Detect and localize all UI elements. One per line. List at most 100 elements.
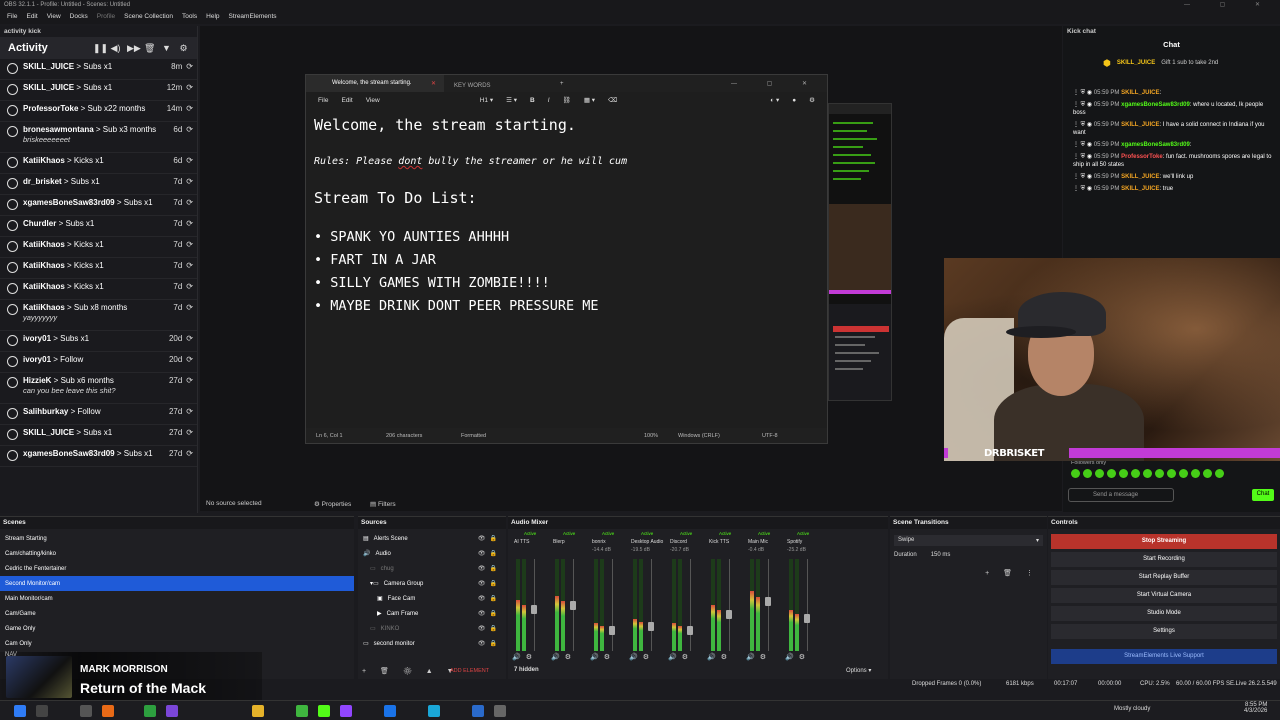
fader-knob[interactable] <box>765 597 771 607</box>
activity-row[interactable]: Salihburkay > Follow 27d ⟳ <box>0 404 197 425</box>
chat-message[interactable]: ⋮ ⛨ ◉ 05:59 PM SKILL_JUICE: I have a sol… <box>1063 119 1280 139</box>
menu-view[interactable]: View <box>366 97 380 104</box>
visibility-lock-icons[interactable]: 👁🔒 <box>478 640 501 647</box>
channel-buttons[interactable]: 🔊⚙ <box>629 653 654 661</box>
activity-row[interactable]: ivory01 > Subs x1 20d ⟳ <box>0 331 197 352</box>
fader-knob[interactable] <box>648 622 654 632</box>
line-ending[interactable]: Windows (CRLF) <box>678 433 720 439</box>
visibility-lock-icons[interactable]: 👁🔒 <box>478 535 501 542</box>
scene-item[interactable]: Stream Starting <box>0 531 354 546</box>
notepad-content[interactable]: Welcome, the stream starting. Rules: Ple… <box>306 108 827 327</box>
app-icon[interactable] <box>318 705 330 717</box>
replay-icon[interactable]: ⟳ <box>186 449 193 458</box>
source-item[interactable]: ▤ Alerts Scene 👁🔒 <box>358 531 506 546</box>
replay-icon[interactable]: ⟳ <box>186 334 193 343</box>
visibility-lock-icons[interactable]: 👁🔒 <box>478 610 501 617</box>
source-item[interactable]: 🔊 Audio 👁🔒 <box>358 546 506 561</box>
control-button-start-virtual-camera[interactable]: Start Virtual Camera <box>1051 588 1277 603</box>
window-controls[interactable]: — ▢ ✕ <box>1184 1 1274 8</box>
app-icon[interactable] <box>472 705 484 717</box>
app-icon[interactable] <box>80 705 92 717</box>
visibility-lock-icons[interactable]: 👁🔒 <box>478 580 501 587</box>
replay-icon[interactable]: ⟳ <box>186 261 193 270</box>
scene-item[interactable]: Cam/Game <box>0 606 354 621</box>
control-button-stop-streaming[interactable]: Stop Streaming <box>1051 534 1277 549</box>
mod-icons[interactable]: ⋮ ⛨ ◉ <box>1073 122 1094 128</box>
control-button-studio-mode[interactable]: Studio Mode <box>1051 606 1277 621</box>
transition-select[interactable]: Swipe ▾ <box>894 535 1043 546</box>
mod-icons[interactable]: ⋮ ⛨ ◉ <box>1073 142 1094 148</box>
replay-icon[interactable]: ⟳ <box>186 376 193 385</box>
activity-row[interactable]: KatiiKhaos > Kicks x1 7d ⟳ <box>0 237 197 258</box>
mute-icon[interactable]: ◀) <box>110 43 121 54</box>
replay-icon[interactable]: ⟳ <box>186 355 193 364</box>
activity-row[interactable]: SKILL_JUICE > Subs x1 12m ⟳ <box>0 80 197 101</box>
properties-button[interactable]: ⚙ Properties <box>314 500 351 508</box>
app-icon[interactable] <box>384 705 396 717</box>
window-controls[interactable]: — ▢ ✕ <box>731 80 821 87</box>
link-icon[interactable]: ⛓ <box>563 96 571 104</box>
activity-row[interactable]: ProfessorToke > Sub x22 months 14m ⟳ <box>0 101 197 122</box>
replay-icon[interactable]: ⟳ <box>186 83 193 92</box>
channel-buttons[interactable]: 🔊⚙ <box>512 653 537 661</box>
bold-icon[interactable]: B <box>530 97 535 104</box>
chat-message[interactable]: ⋮ ⛨ ◉ 05:59 PM xgamesBoneSaw83rd09: wher… <box>1063 99 1280 119</box>
channel-buttons[interactable]: 🔊⚙ <box>551 653 576 661</box>
scene-item[interactable]: Cam/chatting/kinko <box>0 546 354 561</box>
activity-row[interactable]: SKILL_JUICE > Subs x1 27d ⟳ <box>0 425 197 446</box>
chat-username[interactable]: xgamesBoneSaw83rd09 <box>1121 102 1190 108</box>
channel-buttons[interactable]: 🔊⚙ <box>707 653 732 661</box>
format-mode[interactable]: Formatted <box>461 433 486 439</box>
zoom-level[interactable]: 100% <box>644 433 658 439</box>
replay-icon[interactable]: ⟳ <box>186 125 193 134</box>
volume-fader[interactable] <box>612 559 613 651</box>
trash-icon[interactable]: 🗑 <box>144 43 155 54</box>
menu-item-view[interactable]: View <box>47 13 61 23</box>
app-icon[interactable] <box>102 705 114 717</box>
menu-item-streamelements[interactable]: StreamElements <box>229 13 277 23</box>
source-item[interactable]: ▭ KINKO 👁🔒 <box>358 621 506 636</box>
source-item[interactable]: ▭ chug 👁🔒 <box>358 561 506 576</box>
table-icon[interactable]: ▦ ▾ <box>584 96 595 104</box>
mod-icons[interactable]: ⋮ ⛨ ◉ <box>1073 186 1094 192</box>
replay-icon[interactable]: ⟳ <box>186 428 193 437</box>
fader-knob[interactable] <box>804 613 810 623</box>
replay-icon[interactable]: ⟳ <box>186 219 193 228</box>
mixer-options[interactable]: Options ▾ <box>846 667 871 674</box>
chat-message[interactable]: ⋮ ⛨ ◉ 05:59 PM SKILL_JUICE: we'll link u… <box>1063 171 1280 183</box>
activity-row[interactable]: KatiiKhaos > Sub x8 months yayyyyyyy 7d ⟳ <box>0 300 197 331</box>
close-icon[interactable]: ✕ <box>431 80 436 87</box>
copilot-icon[interactable]: ◐ ▾ <box>770 96 779 104</box>
menu-edit[interactable]: Edit <box>341 97 352 104</box>
activity-row[interactable]: HizzieK > Sub x6 months can you bee leave… <box>0 373 197 404</box>
chat-message[interactable]: ⋮ ⛨ ◉ 05:59 PM SKILL_JUICE: true <box>1063 183 1280 195</box>
chat-message[interactable]: ⋮ ⛨ ◉ 05:59 PM ProfessorToke: fun fact. … <box>1063 151 1280 171</box>
transition-actions[interactable]: + 🗑 ⋮ <box>985 569 1039 577</box>
app-icon[interactable] <box>166 705 178 717</box>
visibility-lock-icons[interactable]: 👁🔒 <box>478 595 501 602</box>
app-icon[interactable] <box>340 705 352 717</box>
duration-field[interactable]: 150 ms <box>931 552 951 558</box>
add-tab-icon[interactable]: + <box>560 81 564 87</box>
source-item[interactable]: ▾▭ Camera Group 👁🔒 <box>358 576 506 591</box>
clear-format-icon[interactable]: ⌫ <box>608 96 617 104</box>
activity-row[interactable]: KatiiKhaos > Kicks x1 6d ⟳ <box>0 153 197 174</box>
send-chat-button[interactable]: Chat <box>1252 489 1274 501</box>
activity-row[interactable]: xgamesBoneSaw83rd09 > Subs x1 27d ⟳ <box>0 446 197 467</box>
chat-username[interactable]: xgamesBoneSaw83rd09 <box>1121 142 1190 148</box>
visibility-lock-icons[interactable]: 👁🔒 <box>478 550 501 557</box>
control-button-settings[interactable]: Settings <box>1051 624 1277 639</box>
menu-item-file[interactable]: File <box>7 13 17 23</box>
channel-buttons[interactable]: 🔊⚙ <box>668 653 693 661</box>
pause-icon[interactable]: ❚❚ <box>93 43 108 54</box>
hidden-count[interactable]: 7 hidden <box>514 667 539 673</box>
app-icon[interactable] <box>494 705 506 717</box>
menu-item-edit[interactable]: Edit <box>26 13 37 23</box>
visibility-lock-icons[interactable]: 👁🔒 <box>478 565 501 572</box>
italic-icon[interactable]: I <box>548 97 550 104</box>
menu-item-scene-collection[interactable]: Scene Collection <box>124 13 173 23</box>
menu-file[interactable]: File <box>318 97 328 104</box>
emote-bar[interactable] <box>1071 469 1224 478</box>
scene-item[interactable]: Second Monitor/cam <box>0 576 354 591</box>
chat-username[interactable]: SKILL_JUICE <box>1121 174 1159 180</box>
